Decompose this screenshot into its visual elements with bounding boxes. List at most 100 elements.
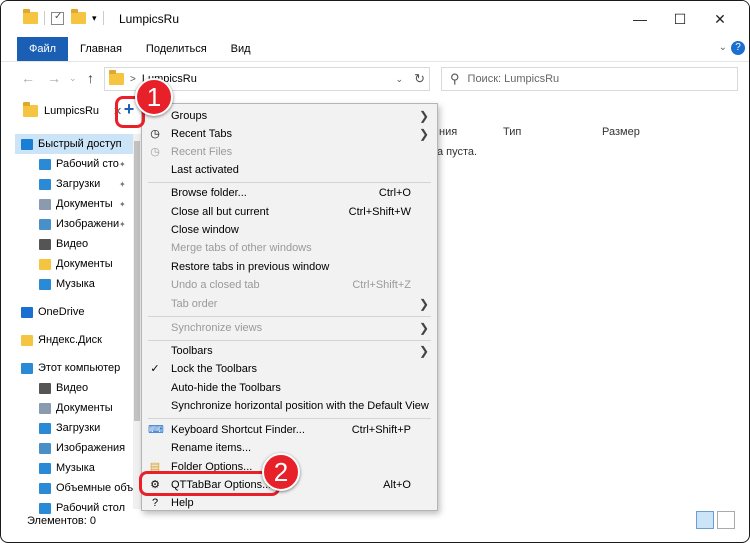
sidebar-item[interactable]: Изображения [15,438,133,458]
address-row: ← → ⌄ ↑ > LumpicsRu ⌄ ↻ ⚲ Поиск: Lumpics… [1,63,749,93]
documents-icon [39,402,51,414]
refresh-icon[interactable]: ↻ [414,71,425,87]
submenu-arrow-icon: ❯ [418,109,429,123]
sidebar-item[interactable]: Видео [15,378,133,398]
menu-item-shortcut: Alt+O [383,479,411,491]
submenu-arrow-icon: ❯ [418,297,429,311]
sidebar-item[interactable]: OneDrive [15,302,133,322]
sidebar-item[interactable]: Документы ✦ [15,194,133,214]
sidebar-item-label: Этот компьютер [38,362,121,374]
minimize-button[interactable]: — [625,7,655,31]
folder-icon [109,70,124,85]
menu-item[interactable]: Last activated [142,161,437,179]
menu-item[interactable]: Groups ❯ [142,107,437,125]
close-button[interactable]: ✕ [705,7,735,31]
sidebar-item[interactable]: Музыка [15,458,133,478]
sidebar-item[interactable]: Объемные объ [15,478,133,498]
search-placeholder: Поиск: LumpicsRu [467,73,560,85]
music-icon [39,278,51,290]
sidebar-item[interactable]: Музыка [15,274,133,294]
column-header-size[interactable]: Размер [602,126,640,138]
folder-icon [23,9,38,24]
qat-dropdown-icon[interactable]: ▾ [92,13,97,24]
video-icon [39,238,51,250]
highlight-qttabbar-options [139,471,280,496]
qttabbar-context-menu: Groups ❯ ◷ Recent Tabs ❯ ◷ Recent Files Last ac… [141,103,438,511]
menu-item-label: Help [171,497,194,509]
menu-item[interactable]: Close all but current Ctrl+Shift+W [142,203,437,221]
maximize-button[interactable]: ☐ [665,7,695,31]
menu-item[interactable]: Close window [142,221,437,239]
sidebar-item[interactable]: Быстрый доступ [15,134,133,154]
sidebar-item-label: Музыка [56,278,95,290]
cloud-icon [21,306,33,318]
column-header-name[interactable]: ния [439,126,457,138]
nav-scrollbar-thumb[interactable] [134,141,140,421]
tab-view[interactable]: Вид [219,37,263,61]
3d-objects-icon [39,482,51,494]
menu-item-label: Toolbars [171,345,213,357]
details-view-icon[interactable] [696,511,714,529]
computer-icon [21,362,33,374]
sidebar-item[interactable]: Этот компьютер [15,358,133,378]
tab-file[interactable]: Файл [17,37,69,61]
qat-divider [44,11,45,25]
menu-item-shortcut: Ctrl+Shift+P [351,424,411,436]
window-title: LumpicsRu [119,12,180,26]
back-arrow-icon[interactable]: ← [21,70,35,86]
help-icon[interactable]: ? [731,41,745,55]
checkmark-icon: ✓ [150,363,160,375]
documents-icon [39,198,51,210]
menu-item[interactable]: Toolbars ❯ [142,342,437,360]
column-header-type[interactable]: Тип [503,126,521,138]
tab-lumpicsru[interactable]: LumpicsRu ✕ [19,98,124,124]
explorer-window: ✓ ▾ LumpicsRu — ☐ ✕ Файл Главная Поделит… [0,0,750,543]
new-folder-icon[interactable] [71,9,86,24]
menu-item[interactable]: ⌨ Keyboard Shortcut Finder... Ctrl+Shift+P [142,421,437,439]
sidebar-item[interactable]: Видео [15,234,133,254]
menu-item[interactable]: Browse folder... Ctrl+O [142,184,437,202]
yandex-disk-icon [21,334,33,346]
sidebar-item-label: Видео [56,238,89,250]
sidebar-item-label: Изображени [56,218,120,230]
sidebar-item-label: Объемные объ [56,482,133,494]
address-dropdown-icon[interactable]: ⌄ [395,74,403,85]
menu-item-label: Undo a closed tab [171,279,260,291]
large-icons-view-icon[interactable] [717,511,735,529]
tab-home[interactable]: Главная [68,37,134,61]
menu-item[interactable]: ◷ Recent Tabs ❯ [142,125,437,143]
menu-item: Tab order ❯ [142,295,437,313]
tab-share[interactable]: Поделиться [134,37,219,61]
sidebar-item[interactable]: Документы [15,398,133,418]
sidebar-item[interactable]: Рабочий сто ✦ [15,154,133,174]
sidebar-item[interactable]: Загрузки [15,418,133,438]
menu-separator [148,340,431,341]
search-input[interactable]: ⚲ Поиск: LumpicsRu [441,67,738,91]
menu-item-label: Auto-hide the Toolbars [171,382,281,394]
menu-item[interactable]: Restore tabs in previous window [142,258,437,276]
menu-item[interactable]: ✓ Lock the Toolbars [142,360,437,378]
menu-item-label: Recent Tabs [171,128,232,140]
status-bar: Элементов: 0 [1,511,749,533]
sidebar-item-label: Документы [56,258,113,270]
sidebar-item[interactable]: Изображени ✦ [15,214,133,234]
forward-arrow-icon[interactable]: → [47,70,61,86]
pictures-icon [39,218,51,230]
menu-item[interactable]: Synchronize horizontal position with the… [142,397,437,415]
clock-icon: ◷ [150,146,160,158]
sidebar-item[interactable]: Загрузки ✦ [15,174,133,194]
recent-dropdown-icon[interactable]: ⌄ [69,73,77,84]
sidebar-item[interactable]: Документы [15,254,133,274]
ribbon-expand-icon[interactable]: ⌄ [719,42,727,53]
properties-icon[interactable]: ✓ [51,11,64,25]
menu-item-label: Recent Files [171,146,233,158]
tab-label: LumpicsRu [44,105,100,117]
sidebar-item[interactable]: Яндекс.Диск [15,330,133,350]
menu-item-label: Restore tabs in previous window [171,261,330,273]
up-arrow-icon[interactable]: ↑ [87,70,94,86]
menu-item-label: Groups [171,110,208,122]
menu-item[interactable]: Auto-hide the Toolbars [142,379,437,397]
status-text: Элементов: 0 [27,515,96,527]
menu-item-shortcut: Ctrl+O [378,187,411,199]
menu-item[interactable]: ? Help [142,494,437,512]
